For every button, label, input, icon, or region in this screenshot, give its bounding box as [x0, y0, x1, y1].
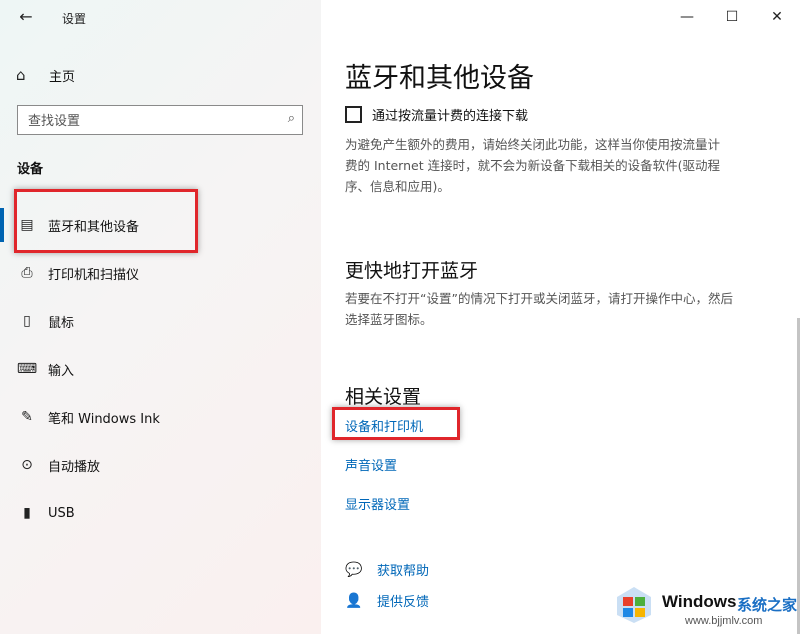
- feedback-icon: 👤: [345, 592, 363, 609]
- watermark: Windows 系统之家 www.bjjmlv.com: [611, 582, 802, 634]
- mouse-icon: ▯: [23, 313, 31, 329]
- windows-logo-icon: [617, 587, 651, 623]
- display-settings-link[interactable]: 显示器设置: [345, 494, 410, 513]
- sidebar-item-autoplay[interactable]: ⊙ 自动播放: [0, 447, 321, 483]
- search-input[interactable]: [26, 111, 280, 131]
- home-nav-item[interactable]: ⌂ 主页: [16, 64, 75, 86]
- sidebar-item-usb[interactable]: ▮ USB: [0, 495, 321, 531]
- sidebar-item-typing[interactable]: ⌨ 输入: [0, 351, 321, 387]
- sidebar-item-pen[interactable]: ✎ 笔和 Windows Ink: [0, 399, 321, 435]
- highlight-box-sidebar: [14, 189, 198, 253]
- metered-description: 为避免产生额外的费用，请始终关闭此功能，这样当你使用按流量计 费的 Intern…: [345, 134, 785, 197]
- metered-download-label[interactable]: 通过按流量计费的连接下载: [372, 105, 528, 124]
- maximize-icon[interactable]: ☐: [717, 6, 747, 28]
- sidebar: ← 设置 ⌂ 主页 ⌕ 设备 ▤ 蓝牙和其他设备 ⎙ 打印机和扫描仪 ▯ 鼠标 …: [0, 0, 321, 634]
- related-settings-heading: 相关设置: [345, 386, 422, 408]
- printer-icon: ⎙: [21, 265, 33, 281]
- quick-bluetooth-heading: 更快地打开蓝牙: [345, 260, 479, 282]
- metered-download-checkbox-row[interactable]: 通过按流量计费的连接下载: [345, 105, 528, 124]
- page-title: 蓝牙和其他设备: [345, 63, 534, 94]
- sidebar-item-label: 鼠标: [48, 315, 75, 331]
- help-chat-icon: 💬: [345, 561, 363, 578]
- sidebar-item-label: 笔和 Windows Ink: [48, 411, 160, 427]
- search-box[interactable]: ⌕: [17, 105, 303, 135]
- watermark-url: www.bjjmlv.com: [685, 615, 763, 627]
- give-feedback-row[interactable]: 👤 提供反馈: [345, 591, 429, 611]
- usb-icon: ▮: [23, 505, 31, 521]
- sidebar-item-mouse[interactable]: ▯ 鼠标: [0, 303, 321, 339]
- home-icon: ⌂: [16, 66, 26, 84]
- sidebar-item-label: 输入: [48, 363, 75, 379]
- get-help-link[interactable]: 获取帮助: [377, 560, 429, 579]
- highlight-box-devices-printers: [332, 407, 460, 440]
- quick-bluetooth-description: 若要在不打开“设置”的情况下打开或关闭蓝牙，请打开操作中心，然后 选择蓝牙图标。: [345, 288, 785, 330]
- desc-line: 为避免产生额外的费用，请始终关闭此功能，这样当你使用按流量计: [345, 137, 721, 152]
- give-feedback-link[interactable]: 提供反馈: [377, 591, 429, 610]
- close-icon[interactable]: ✕: [762, 6, 792, 28]
- metered-download-checkbox[interactable]: [345, 106, 362, 123]
- pen-icon: ✎: [21, 409, 33, 425]
- keyboard-icon: ⌨: [16, 361, 38, 377]
- sidebar-item-label: 自动播放: [48, 459, 101, 475]
- sound-settings-link[interactable]: 声音设置: [345, 455, 397, 474]
- sidebar-item-label: USB: [48, 505, 75, 521]
- section-title: 设备: [17, 162, 44, 177]
- desc-line: 费的 Internet 连接时，就不会为新设备下载相关的设备软件(驱动程: [345, 158, 720, 173]
- sidebar-item-label: 打印机和扫描仪: [48, 267, 140, 283]
- autoplay-icon: ⊙: [21, 457, 33, 473]
- desc-line: 序、信息和应用)。: [345, 179, 450, 194]
- minimize-icon[interactable]: —: [672, 6, 702, 28]
- sidebar-item-printers[interactable]: ⎙ 打印机和扫描仪: [0, 255, 321, 291]
- search-icon[interactable]: ⌕: [288, 111, 295, 126]
- back-arrow-icon[interactable]: ←: [17, 8, 35, 26]
- home-label: 主页: [49, 69, 76, 85]
- app-title: 设置: [62, 12, 87, 26]
- desc-line: 选择蓝牙图标。: [345, 312, 433, 327]
- watermark-brand: Windows: [662, 592, 737, 611]
- desc-line: 若要在不打开“设置”的情况下打开或关闭蓝牙，请打开操作中心，然后: [345, 291, 733, 306]
- get-help-row[interactable]: 💬 获取帮助: [345, 560, 429, 580]
- watermark-site: 系统之家: [737, 596, 798, 614]
